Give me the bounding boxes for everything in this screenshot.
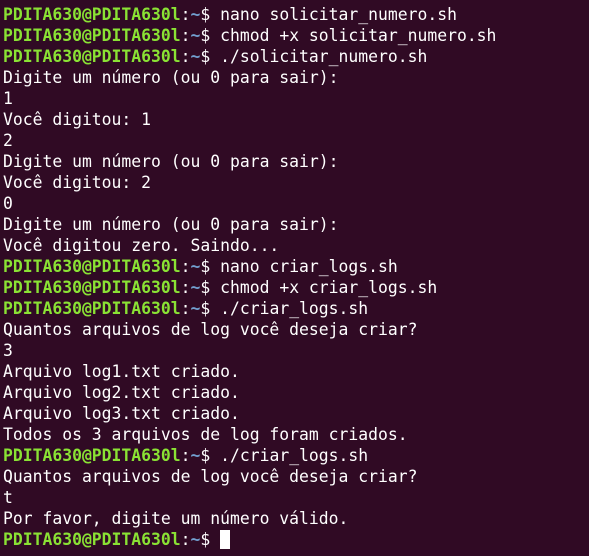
prompt-symbol: $ [200, 446, 211, 465]
prompt-user-host: PDITA630@PDITA630l [3, 26, 181, 45]
prompt-line: PDITA630@PDITA630l:~$ chmod +x solicitar… [3, 25, 589, 46]
output-line: Arquivo log1.txt criado. [3, 362, 240, 381]
prompt-path: ~ [190, 530, 201, 549]
output-line: Você digitou: 1 [3, 110, 152, 129]
output-line: Você digitou zero. Saindo... [3, 236, 280, 255]
prompt-path: ~ [190, 5, 201, 24]
command-text: nano criar_logs.sh [210, 257, 398, 276]
prompt-line: PDITA630@PDITA630l:~$ [3, 529, 589, 550]
prompt-user-host: PDITA630@PDITA630l [3, 47, 181, 66]
prompt-separator: : [180, 26, 191, 45]
prompt-path: ~ [190, 26, 201, 45]
prompt-line: PDITA630@PDITA630l:~$ nano criar_logs.sh [3, 256, 589, 277]
prompt-path: ~ [190, 278, 201, 297]
prompt-symbol: $ [200, 26, 211, 45]
output-line: Você digitou: 2 [3, 173, 152, 192]
prompt-separator: : [180, 299, 191, 318]
prompt-separator: : [180, 5, 191, 24]
prompt-symbol: $ [200, 257, 211, 276]
terminal-window[interactable]: PDITA630@PDITA630l:~$ nano solicitar_num… [0, 0, 589, 556]
output-line: Quantos arquivos de log você deseja cria… [3, 467, 418, 486]
prompt-user-host: PDITA630@PDITA630l [3, 5, 181, 24]
prompt-line: PDITA630@PDITA630l:~$ ./solicitar_numero… [3, 46, 589, 67]
output-line: Arquivo log3.txt criado. [3, 404, 240, 423]
output-line: 1 [3, 89, 13, 108]
command-text: ./criar_logs.sh [210, 446, 369, 465]
output-line: Digite um número (ou 0 para sair): [3, 152, 339, 171]
prompt-user-host: PDITA630@PDITA630l [3, 299, 181, 318]
prompt-separator: : [180, 257, 191, 276]
command-text: chmod +x criar_logs.sh [210, 278, 438, 297]
prompt-separator: : [180, 446, 191, 465]
prompt-separator: : [180, 530, 191, 549]
output-line: Por favor, digite um número válido. [3, 509, 349, 528]
output-line: Digite um número (ou 0 para sair): [3, 215, 339, 234]
prompt-symbol: $ [200, 47, 211, 66]
prompt-path: ~ [190, 299, 201, 318]
text-cursor[interactable] [220, 530, 231, 549]
prompt-path: ~ [190, 446, 201, 465]
prompt-symbol: $ [200, 5, 211, 24]
prompt-user-host: PDITA630@PDITA630l [3, 530, 181, 549]
prompt-line: PDITA630@PDITA630l:~$ chmod +x criar_log… [3, 277, 589, 298]
command-text: nano solicitar_numero.sh [210, 5, 457, 24]
prompt-path: ~ [190, 47, 201, 66]
prompt-line: PDITA630@PDITA630l:~$ ./criar_logs.sh [3, 445, 589, 466]
prompt-symbol: $ [200, 278, 211, 297]
prompt-user-host: PDITA630@PDITA630l [3, 278, 181, 297]
prompt-line: PDITA630@PDITA630l:~$ ./criar_logs.sh [3, 298, 589, 319]
output-line: 2 [3, 131, 13, 150]
prompt-line: PDITA630@PDITA630l:~$ nano solicitar_num… [3, 4, 589, 25]
prompt-path: ~ [190, 257, 201, 276]
command-text: ./criar_logs.sh [210, 299, 369, 318]
command-text: chmod +x solicitar_numero.sh [210, 26, 497, 45]
prompt-user-host: PDITA630@PDITA630l [3, 257, 181, 276]
prompt-symbol: $ [200, 530, 211, 549]
output-line: Digite um número (ou 0 para sair): [3, 68, 339, 87]
prompt-separator: : [180, 278, 191, 297]
output-line: Quantos arquivos de log você deseja cria… [3, 320, 418, 339]
output-line: 0 [3, 194, 13, 213]
command-text [210, 530, 220, 549]
prompt-separator: : [180, 47, 191, 66]
output-line: t [3, 488, 13, 507]
output-line: Arquivo log2.txt criado. [3, 383, 240, 402]
output-line: 3 [3, 341, 13, 360]
command-text: ./solicitar_numero.sh [210, 47, 428, 66]
prompt-user-host: PDITA630@PDITA630l [3, 446, 181, 465]
prompt-symbol: $ [200, 299, 211, 318]
output-line: Todos os 3 arquivos de log foram criados… [3, 425, 408, 444]
